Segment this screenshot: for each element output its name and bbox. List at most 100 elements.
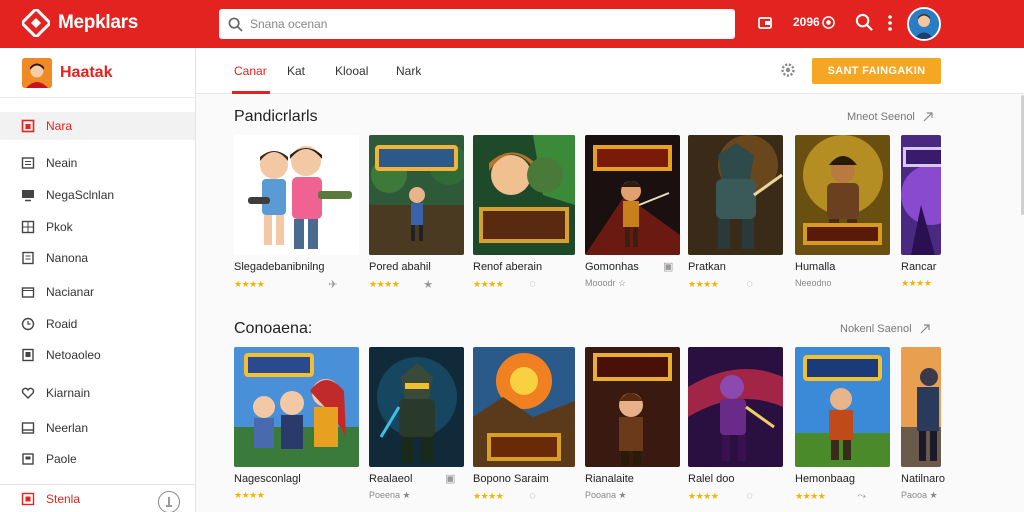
rating-stars: ★★★★ xyxy=(473,278,504,289)
game-title: Gomonhas xyxy=(585,261,639,273)
game-title: Rianalaite xyxy=(585,473,634,485)
avatar-image xyxy=(909,9,939,39)
search-input[interactable] xyxy=(250,17,710,31)
game-meta: ★★★★ ⤳ xyxy=(795,490,866,503)
document-icon xyxy=(20,250,36,266)
game-title: Ralel doo xyxy=(688,473,735,485)
game-thumbnail xyxy=(688,135,783,255)
game-meta-text: Poeena ★ xyxy=(369,490,411,500)
game-meta-text: Mooodr ☆ xyxy=(585,278,627,288)
rating-stars: ★★★★ xyxy=(901,278,932,288)
tab-nark[interactable]: Nark xyxy=(396,64,421,78)
inbox-icon xyxy=(20,420,36,436)
gear-icon xyxy=(781,63,795,77)
tab-kat[interactable]: Kat xyxy=(287,64,305,78)
arrow-right-icon xyxy=(923,112,933,122)
sidebar-item-neain[interactable]: Neain xyxy=(0,149,195,177)
wallet-icon xyxy=(758,17,772,29)
game-thumbnail xyxy=(901,347,941,467)
logo[interactable]: Mepklars xyxy=(22,9,138,37)
game-meta: ★★★★ ✈ xyxy=(234,278,338,291)
logo-icon xyxy=(22,9,50,37)
section-more-link[interactable]: Nokenl Saenol xyxy=(840,323,930,335)
game-title: Hemonbaag xyxy=(795,473,855,485)
monitor-icon xyxy=(20,187,36,203)
more-vertical-icon xyxy=(888,15,892,31)
sidebar-item-neerlan[interactable]: Neerlan xyxy=(0,414,195,442)
search-icon xyxy=(228,17,243,32)
rating-stars: ★★★★ xyxy=(369,279,400,289)
star-icon[interactable]: ★ xyxy=(423,278,433,291)
list-icon xyxy=(20,155,36,171)
game-meta-text: Paooa ★ xyxy=(901,490,938,500)
wallet-button[interactable] xyxy=(757,15,773,31)
sidebar-item-label: Nacianar xyxy=(46,285,95,299)
coin-balance[interactable]: 2096 xyxy=(793,15,835,29)
sidebar-item-label: Nanona xyxy=(46,251,89,265)
game-title: Nagesconlagl xyxy=(234,473,301,485)
box-icon[interactable]: ▣ xyxy=(663,260,673,273)
clock-icon xyxy=(20,316,36,332)
sidebar-item-netoaoleo[interactable]: Netoaoleo xyxy=(0,341,195,369)
game-meta-text: Pooana ★ xyxy=(585,490,627,500)
sidebar-item-nanona[interactable]: Nanona xyxy=(0,244,195,272)
avatar-image xyxy=(22,57,52,88)
sidebar-item-roaid[interactable]: Roaid xyxy=(0,310,195,338)
sidebar-item-pkok[interactable]: Pkok xyxy=(0,213,195,241)
game-title: Humalla xyxy=(795,261,836,273)
cta-button[interactable]: SANT FAINGAKIN xyxy=(812,58,941,84)
chat-icon[interactable]: ◌ xyxy=(529,490,536,502)
active-tab-indicator xyxy=(232,91,270,94)
box-icon[interactable]: ▣ xyxy=(445,472,455,485)
search-icon xyxy=(855,13,873,31)
section-more-link[interactable]: Mneot Seenol xyxy=(847,111,933,123)
sidebar-item-label: Roaid xyxy=(46,317,78,331)
sidebar-item-label: Neerlan xyxy=(46,421,89,435)
sidebar-item-paole[interactable]: Paole xyxy=(0,445,195,473)
game-thumbnail xyxy=(795,347,890,467)
sidebar-item-label: Kiarnain xyxy=(46,386,91,400)
game-title: Natilnaro xyxy=(901,473,946,485)
search-bar[interactable] xyxy=(219,9,735,39)
sidebar-item-home[interactable]: Nara xyxy=(0,112,195,140)
game-thumbnail xyxy=(234,135,359,255)
main-content: Pandicrlarls Mneot Seenol Slegadebanibni… xyxy=(196,95,1024,512)
user-avatar[interactable] xyxy=(907,7,941,41)
sidebar-bottom-label: Stenla xyxy=(46,491,81,506)
heart-icon xyxy=(20,385,36,401)
game-thumbnail xyxy=(369,347,464,467)
chat-icon[interactable]: ◌ xyxy=(746,490,753,502)
game-title: Renof aberain xyxy=(473,261,543,273)
tab-canar[interactable]: Canar xyxy=(234,64,267,78)
sidebar-item-label: NegaSclnlan xyxy=(46,188,115,202)
sidebar-item-kiarnain[interactable]: Kiarnain xyxy=(0,379,195,407)
sidebar-bottom-item[interactable]: Stenla xyxy=(0,484,195,512)
coin-count: 2096 xyxy=(793,15,820,29)
home-icon xyxy=(20,118,36,134)
game-meta: Pooana ★ xyxy=(585,490,627,501)
sidebar-item-negasclnlan[interactable]: NegaSclnlan xyxy=(0,181,195,209)
game-meta: ★★★★ ◌ xyxy=(473,490,536,502)
more-menu-button[interactable] xyxy=(887,14,893,32)
section-title: Pandicrlarls xyxy=(234,108,318,125)
game-meta: Mooodr ☆ xyxy=(585,278,626,289)
game-thumbnail xyxy=(234,347,359,467)
sidebar: Haatak Nara Neain NegaSclnlan Pkok Nanon… xyxy=(0,48,196,512)
share-icon[interactable]: ⤳ xyxy=(857,490,866,503)
game-thumbnail xyxy=(795,135,890,255)
collapse-sidebar-button[interactable] xyxy=(158,491,180,512)
pin-icon[interactable]: ✈ xyxy=(328,278,337,291)
game-thumbnail xyxy=(473,347,575,467)
search-button[interactable] xyxy=(855,13,874,32)
settings-button[interactable] xyxy=(779,61,797,84)
sidebar-item-nacianar[interactable]: Nacianar xyxy=(0,278,195,306)
section-title: Conoaena: xyxy=(234,320,313,337)
chat-icon[interactable]: ◌ xyxy=(529,278,536,290)
tab-klooal[interactable]: Klooal xyxy=(335,64,368,78)
chat-icon[interactable]: ◌ xyxy=(746,278,753,290)
rating-stars: ★★★★ xyxy=(234,279,265,289)
game-meta-text: Neeodno xyxy=(795,278,832,288)
sidebar-avatar[interactable] xyxy=(22,57,52,88)
more-link-label: Nokenl Saenol xyxy=(840,323,912,335)
game-meta: ★★★★ ◌ xyxy=(688,490,753,502)
